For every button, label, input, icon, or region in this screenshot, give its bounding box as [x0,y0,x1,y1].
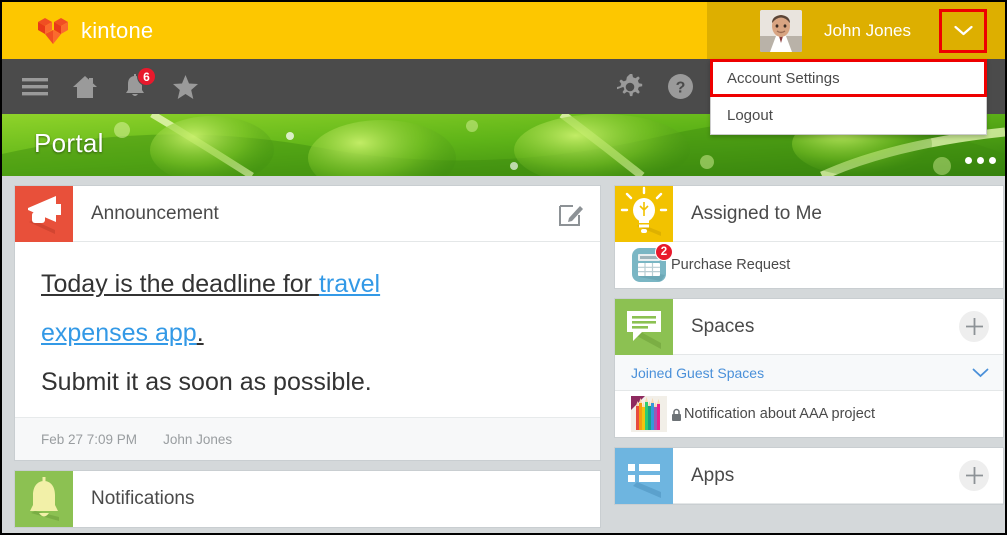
help-question-icon[interactable]: ? [655,59,705,114]
bell-green-icon [15,471,73,527]
megaphone-icon [15,185,73,242]
assigned-to-me-widget: Assigned to Me 2 Purchase Request [614,185,1004,289]
announcement-author: John Jones [163,431,233,447]
notifications-widget: Notifications [14,470,601,528]
list-item-label: Purchase Request [671,257,791,273]
announcement-line-2-suffix: . [196,319,204,347]
star-favorites-icon[interactable] [160,59,210,114]
dot-2 [977,157,984,164]
edit-pencil-icon[interactable] [556,199,586,229]
calculator-app-icon: 2 [631,243,673,283]
avatar[interactable] [760,9,803,52]
dot-3 [989,157,996,164]
list-item[interactable]: Notification about AAA project [615,391,1003,437]
announcement-body: Today is the deadline for travel expense… [15,242,600,417]
spaces-widget: Spaces Joined Guest Spaces Notification … [614,298,1004,438]
kintone-portal-window: kintone John Jones 6 ? Account Settings … [0,0,1007,535]
lock-icon [672,408,681,421]
notification-badge: 6 [137,67,156,86]
brand-logo-area[interactable]: kintone [36,16,153,46]
menu-item-logout-label: Logout [727,107,773,124]
notifications-title: Notifications [91,488,195,509]
user-name-label: John Jones [824,20,911,40]
list-item[interactable]: 2 Purchase Request [615,242,1003,288]
nav-right-icons: ? [605,59,705,114]
spaces-header: Spaces [615,298,1003,355]
add-app-button[interactable] [959,460,989,491]
bell-notification-icon[interactable]: 6 [110,59,160,114]
menu-item-logout[interactable]: Logout [711,97,986,134]
kintone-cube-logo [36,16,70,46]
right-column: Assigned to Me 2 Purchase Request Spaces… [614,185,1004,514]
speech-bubble-icon [615,298,673,355]
item-badge: 2 [655,243,673,261]
apps-widget: Apps [614,447,1004,505]
user-account-area: John Jones [760,2,987,59]
announcement-link-part-1[interactable]: travel [319,270,380,298]
announcement-line-1: Today is the deadline for travel [41,260,578,309]
apps-title: Apps [691,464,735,486]
announcement-footer: Feb 27 7:09 PM John Jones [15,417,600,460]
joined-guest-spaces-label: Joined Guest Spaces [631,364,765,381]
announcement-line-3: Submit it as soon as possible. [41,368,372,396]
more-options-dots-icon[interactable] [965,157,996,164]
add-space-button[interactable] [959,311,989,342]
assigned-to-me-header: Assigned to Me [615,185,1003,242]
colored-pencils-thumbnail [631,396,667,432]
space-item-row: Notification about AAA project [671,406,875,422]
announcement-line-2: expenses app. [41,309,578,358]
page-title: Portal [34,128,104,158]
notifications-header: Notifications [15,471,600,527]
app-header: kintone John Jones [2,2,1005,59]
plus-icon [959,460,989,491]
svg-text:?: ? [675,80,685,97]
list-item-label: Notification about AAA project [684,406,876,422]
home-icon[interactable] [60,59,110,114]
app-list-icon [615,447,673,504]
announcement-timestamp: Feb 27 7:09 PM [41,431,138,447]
menu-item-account-settings[interactable]: Account Settings [710,59,987,97]
chevron-down-icon [972,368,989,378]
brand-name: kintone [81,17,154,43]
announcement-widget: Announcement Today is the deadline for t… [14,185,601,461]
account-dropdown-menu: Account Settings Logout [710,59,987,135]
nav-left-icons: 6 [2,59,210,114]
plus-icon [959,311,989,342]
hamburger-menu-icon[interactable] [10,59,60,114]
gear-settings-icon[interactable] [605,59,655,114]
portal-content: Announcement Today is the deadline for t… [2,176,1005,533]
announcement-line-1-text: Today is the deadline for [41,270,319,298]
left-column: Announcement Today is the deadline for t… [14,185,601,533]
account-menu-toggle[interactable] [939,8,987,53]
account-menu-toggle-highlight [939,8,987,53]
joined-guest-spaces-group[interactable]: Joined Guest Spaces [615,355,1003,391]
assigned-to-me-title: Assigned to Me [691,202,822,224]
menu-item-account-settings-label: Account Settings [727,70,840,87]
spaces-title: Spaces [691,315,755,337]
announcement-header: Announcement [15,185,600,242]
apps-header: Apps [615,447,1003,504]
lightbulb-icon [615,185,673,242]
announcement-title: Announcement [91,202,219,224]
announcement-link-part-2[interactable]: expenses app [41,319,197,347]
dot-1 [965,157,972,164]
